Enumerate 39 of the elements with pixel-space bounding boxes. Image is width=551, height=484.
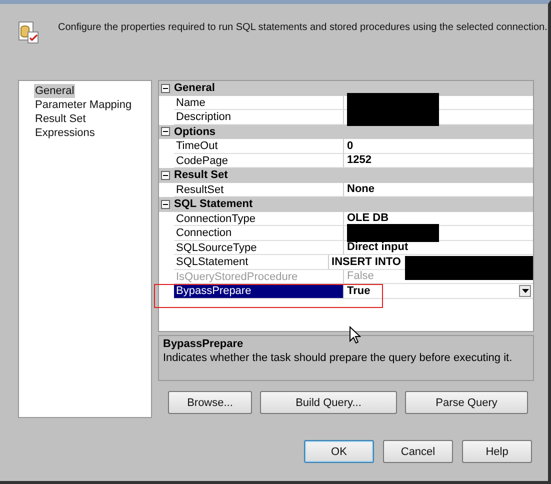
dialog-button[interactable]: OK — [304, 440, 374, 463]
property-value: INSERT INTO — [332, 256, 401, 268]
category-label: Result Set — [174, 169, 228, 182]
property-name[interactable]: ConnectionType — [174, 212, 344, 226]
collapse-icon[interactable] — [161, 127, 171, 136]
property-name[interactable]: TimeOut — [174, 139, 344, 154]
property-value: 1252 — [347, 154, 372, 166]
property-name[interactable]: SQLSourceType — [174, 240, 344, 255]
task-icon — [18, 20, 40, 44]
nav-item[interactable]: General — [34, 84, 76, 98]
property-value: 0 — [347, 140, 354, 152]
nav-item[interactable]: Result Set — [34, 112, 87, 126]
property-name[interactable]: BypassPrepare — [174, 284, 344, 298]
property-value: Direct input — [347, 241, 408, 254]
collapse-icon[interactable] — [161, 200, 171, 209]
property-name[interactable]: Connection — [174, 226, 344, 240]
property-value: True — [347, 284, 370, 297]
collapse-icon[interactable] — [161, 170, 171, 180]
query-button[interactable]: Build Query... — [260, 391, 397, 414]
nav-item[interactable]: Expressions — [34, 126, 96, 140]
header-description: Configure the properties required to run SQL statements and stored procedures using the selected connection. — [58, 22, 548, 33]
dialog-button[interactable]: Cancel — [383, 440, 453, 463]
nav-item[interactable]: Parameter Mapping — [34, 98, 133, 112]
collapse-icon[interactable] — [161, 84, 171, 93]
category-label: Options — [174, 126, 216, 138]
property-name[interactable]: Name — [174, 96, 344, 110]
help-title: BypassPrepare — [163, 338, 244, 350]
query-button[interactable]: Browse... — [168, 391, 252, 414]
category-label: General — [174, 82, 215, 94]
caret-icon — [522, 288, 528, 293]
help-text: Indicates whether the task should prepare the query before executing it. — [163, 352, 512, 364]
property-value: None — [347, 183, 374, 196]
dialog-button[interactable]: Help — [462, 440, 532, 463]
query-button[interactable]: Parse Query — [405, 391, 528, 414]
property-name[interactable]: SQLStatement — [174, 255, 329, 270]
dropdown-button[interactable] — [519, 284, 531, 297]
property-value: False — [347, 270, 374, 282]
property-value: OLE DB — [347, 212, 389, 224]
category-label: SQL Statement — [174, 198, 253, 210]
